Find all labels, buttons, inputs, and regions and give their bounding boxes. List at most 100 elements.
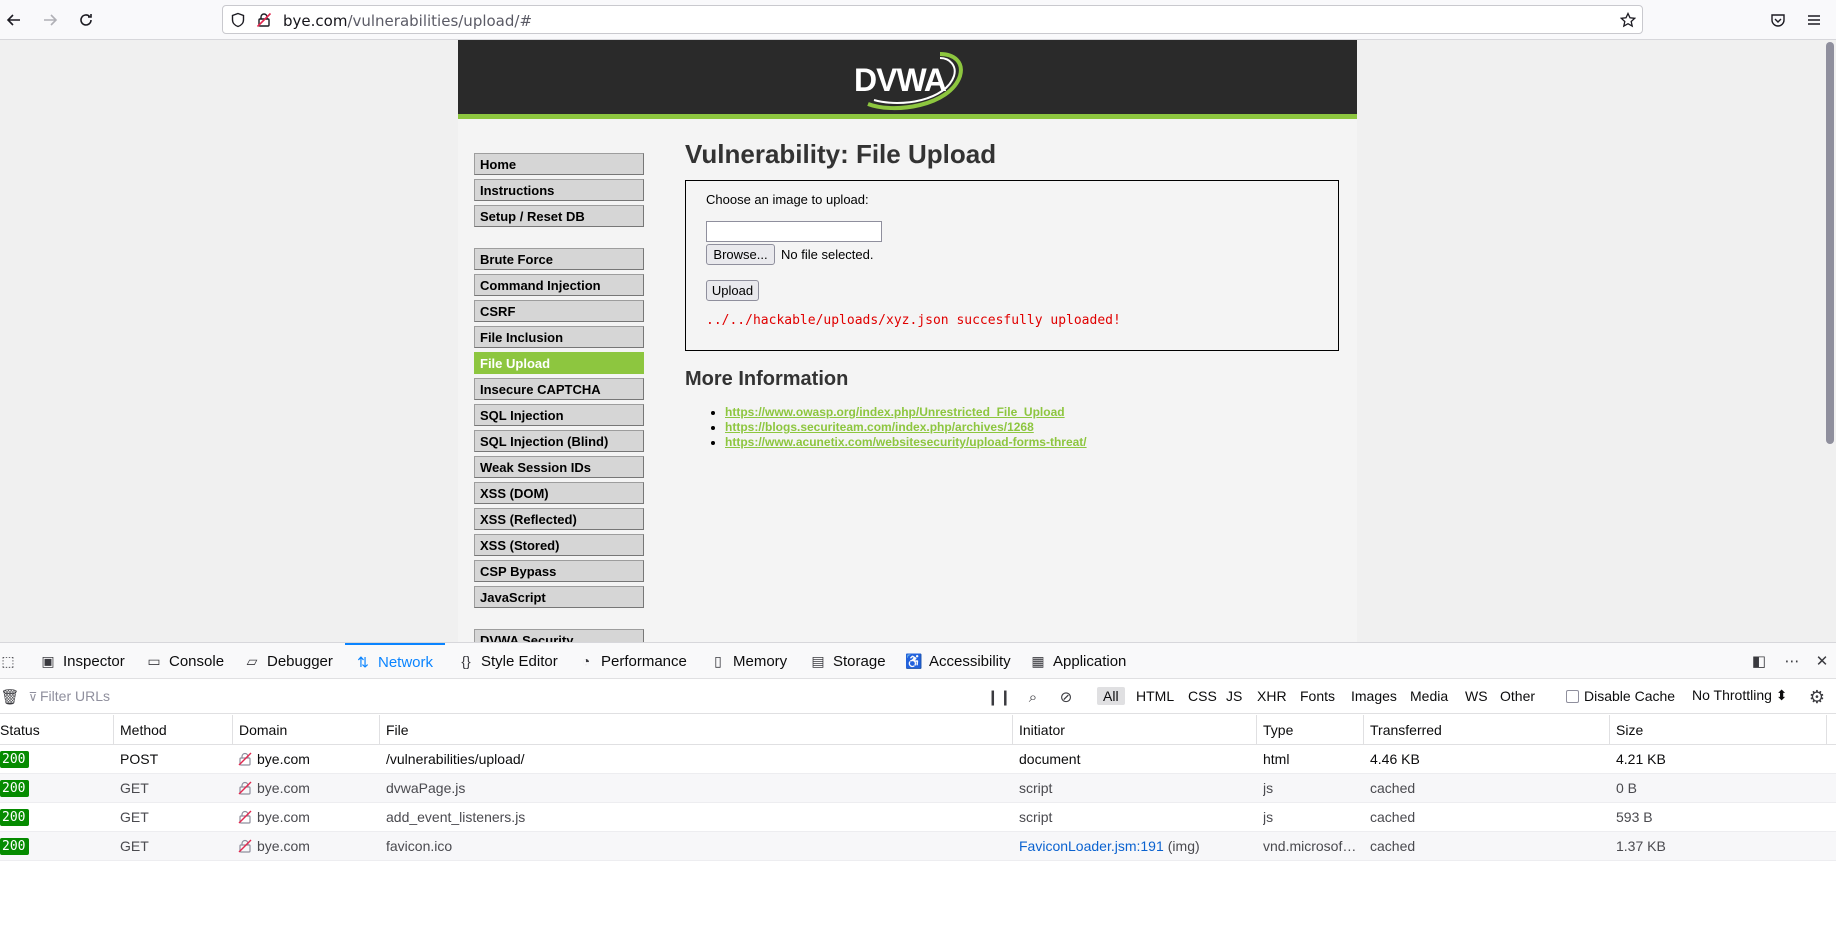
settings-gear-icon[interactable]: ⚙ [1808, 687, 1826, 708]
table-row[interactable]: 200 GET bye.com favicon.ico vnd.microsof… cac… [0, 832, 1836, 861]
filter-html[interactable]: HTML [1136, 688, 1174, 704]
insecure-lock-icon[interactable] [256, 12, 272, 28]
browse-button[interactable]: Browse... [706, 244, 775, 265]
upload-button[interactable]: Upload [706, 280, 759, 301]
network-request-table: Status Method Domain File Initiator Type… [0, 715, 1836, 861]
dock-side-icon[interactable]: ◧ [1750, 652, 1768, 670]
menu-item-sql-injection[interactable]: SQL Injection [474, 404, 644, 426]
file-path-field[interactable] [706, 221, 882, 242]
filter-media[interactable]: Media [1410, 688, 1448, 704]
throttling-select[interactable]: No Throttling ⬍ [1692, 687, 1788, 704]
reload-icon[interactable] [72, 6, 100, 34]
link-owasp[interactable]: https://www.owasp.org/index.php/Unrestri… [725, 405, 1065, 419]
application-icon: ▦ [1031, 652, 1045, 669]
col-size[interactable]: Size [1616, 722, 1643, 738]
filter-fonts[interactable]: Fonts [1300, 688, 1335, 704]
cell-initiator: script [1019, 780, 1056, 796]
shield-icon[interactable] [230, 12, 246, 28]
menu-item-sql-injection-blind[interactable]: SQL Injection (Blind) [474, 430, 644, 452]
menu-item-csp-bypass[interactable]: CSP Bypass [474, 560, 644, 582]
menu-item-file-inclusion[interactable]: File Inclusion [474, 326, 644, 348]
tab-memory[interactable]: ▯ Memory [710, 643, 787, 679]
filter-urls-input[interactable]: Filter URLs [40, 688, 110, 704]
menu-item-csrf[interactable]: CSRF [474, 300, 644, 322]
status-badge: 200 [0, 838, 30, 855]
col-transferred[interactable]: Transferred [1370, 722, 1442, 738]
forward-arrow-icon[interactable] [36, 6, 64, 34]
filter-js[interactable]: JS [1226, 688, 1242, 704]
col-file[interactable]: File [386, 722, 409, 738]
table-row[interactable]: 200 GET bye.com dvwaPage.js js cached 0 B scrip… [0, 774, 1836, 803]
menu-item-weak-session-ids[interactable]: Weak Session IDs [474, 456, 644, 478]
menu-item-home[interactable]: Home [474, 153, 644, 175]
url-path: /vulnerabilities/upload/# [347, 12, 533, 30]
col-method[interactable]: Method [120, 722, 167, 738]
link-acunetix[interactable]: https://www.acunetix.com/websitesecurity… [725, 435, 1087, 449]
more-options-icon[interactable]: ⋯ [1783, 652, 1801, 670]
filter-other[interactable]: Other [1500, 688, 1535, 704]
menu-item-file-upload[interactable]: File Upload [474, 352, 644, 374]
menu-item-command-injection[interactable]: Command Injection [474, 274, 644, 296]
trash-icon[interactable]: 🗑 [0, 688, 19, 706]
tab-style-editor[interactable]: {} Style Editor [458, 643, 558, 679]
menu-item-xss-dom[interactable]: XSS (DOM) [474, 482, 644, 504]
link-securiteam[interactable]: https://blogs.securiteam.com/index.php/a… [725, 420, 1034, 434]
close-devtools-icon[interactable]: ✕ [1813, 652, 1831, 670]
menu-item-instructions[interactable]: Instructions [474, 179, 644, 201]
tab-debugger[interactable]: ▱ Debugger [244, 643, 333, 679]
page-viewport: DVWA Home Instructions Setup / Reset DB Bru… [0, 40, 1836, 642]
cell-transferred: cached [1370, 838, 1416, 854]
block-icon[interactable]: ⊘ [1057, 688, 1075, 706]
filter-css[interactable]: CSS [1188, 688, 1217, 704]
disable-cache-checkbox[interactable] [1566, 689, 1579, 703]
dvwa-logo[interactable]: DVWA [854, 48, 966, 112]
cell-domain: bye.com [257, 838, 310, 854]
tab-label: Performance [601, 652, 687, 670]
menu-item-brute-force[interactable]: Brute Force [474, 248, 644, 270]
tab-label: Style Editor [481, 652, 558, 670]
table-row[interactable]: 200 POST bye.com/vulnerabilities/upload/ht… [0, 745, 1836, 774]
dvwa-page: DVWA Home Instructions Setup / Reset DB Bru… [458, 40, 1357, 642]
element-picker-icon[interactable]: ⬚ [0, 643, 16, 679]
filter-images[interactable]: Images [1351, 688, 1397, 704]
menu-item-xss-stored[interactable]: XSS (Stored) [474, 534, 644, 556]
pause-icon[interactable]: ❙❙ [986, 688, 1011, 706]
col-status[interactable]: Status [0, 722, 40, 738]
tab-storage[interactable]: ▤ Storage [810, 643, 885, 679]
cell-size: 593 B [1616, 809, 1653, 825]
tab-network[interactable]: ⇅ Network [345, 643, 446, 679]
tab-console[interactable]: ▭ Console [146, 643, 224, 679]
menu-item-insecure-captcha[interactable]: Insecure CAPTCHA [474, 378, 644, 400]
filter-ws[interactable]: WS [1465, 688, 1488, 704]
initiator-text: document [1019, 751, 1081, 767]
url-text[interactable]: bye.com/vulnerabilities/upload/# [283, 12, 532, 30]
col-initiator[interactable]: Initiator [1019, 722, 1065, 738]
tab-label: Debugger [267, 652, 333, 670]
col-type[interactable]: Type [1263, 722, 1293, 738]
tab-performance[interactable]: ◔ Performance [578, 643, 687, 679]
page-title: Vulnerability: File Upload [685, 139, 997, 169]
hamburger-menu-icon[interactable] [1800, 6, 1828, 34]
table-row[interactable]: 200 GET bye.com add_event_listeners.js js cac… [0, 803, 1836, 832]
search-icon[interactable]: ⌕ [1024, 688, 1042, 706]
pocket-icon[interactable] [1764, 6, 1792, 34]
tab-application[interactable]: ▦ Application [1030, 643, 1126, 679]
bookmark-star-icon[interactable] [1619, 11, 1637, 28]
col-domain[interactable]: Domain [239, 722, 287, 738]
status-badge: 200 [0, 780, 30, 797]
url-bar[interactable]: bye.com/vulnerabilities/upload/# [222, 5, 1643, 34]
tab-inspector[interactable]: ▣ Inspector [40, 643, 124, 679]
filter-all[interactable]: All [1097, 687, 1125, 705]
page-scrollbar[interactable] [1824, 40, 1836, 642]
menu-item-setup-reset-db[interactable]: Setup / Reset DB [474, 205, 644, 227]
tab-accessibility[interactable]: ♿ Accessibility [905, 643, 1010, 679]
menu-item-dvwa-security[interactable]: DVWA Security [474, 629, 644, 642]
disable-cache-toggle[interactable]: Disable Cache [1566, 688, 1675, 704]
no-file-label: No file selected. [781, 247, 874, 262]
cell-initiator[interactable]: FaviconLoader.jsm:191 (img) [1019, 838, 1200, 854]
menu-item-xss-reflected[interactable]: XSS (Reflected) [474, 508, 644, 530]
back-arrow-icon[interactable] [0, 6, 28, 34]
menu-item-javascript[interactable]: JavaScript [474, 586, 644, 608]
filter-xhr[interactable]: XHR [1257, 688, 1287, 704]
scrollbar-thumb[interactable] [1826, 42, 1834, 444]
